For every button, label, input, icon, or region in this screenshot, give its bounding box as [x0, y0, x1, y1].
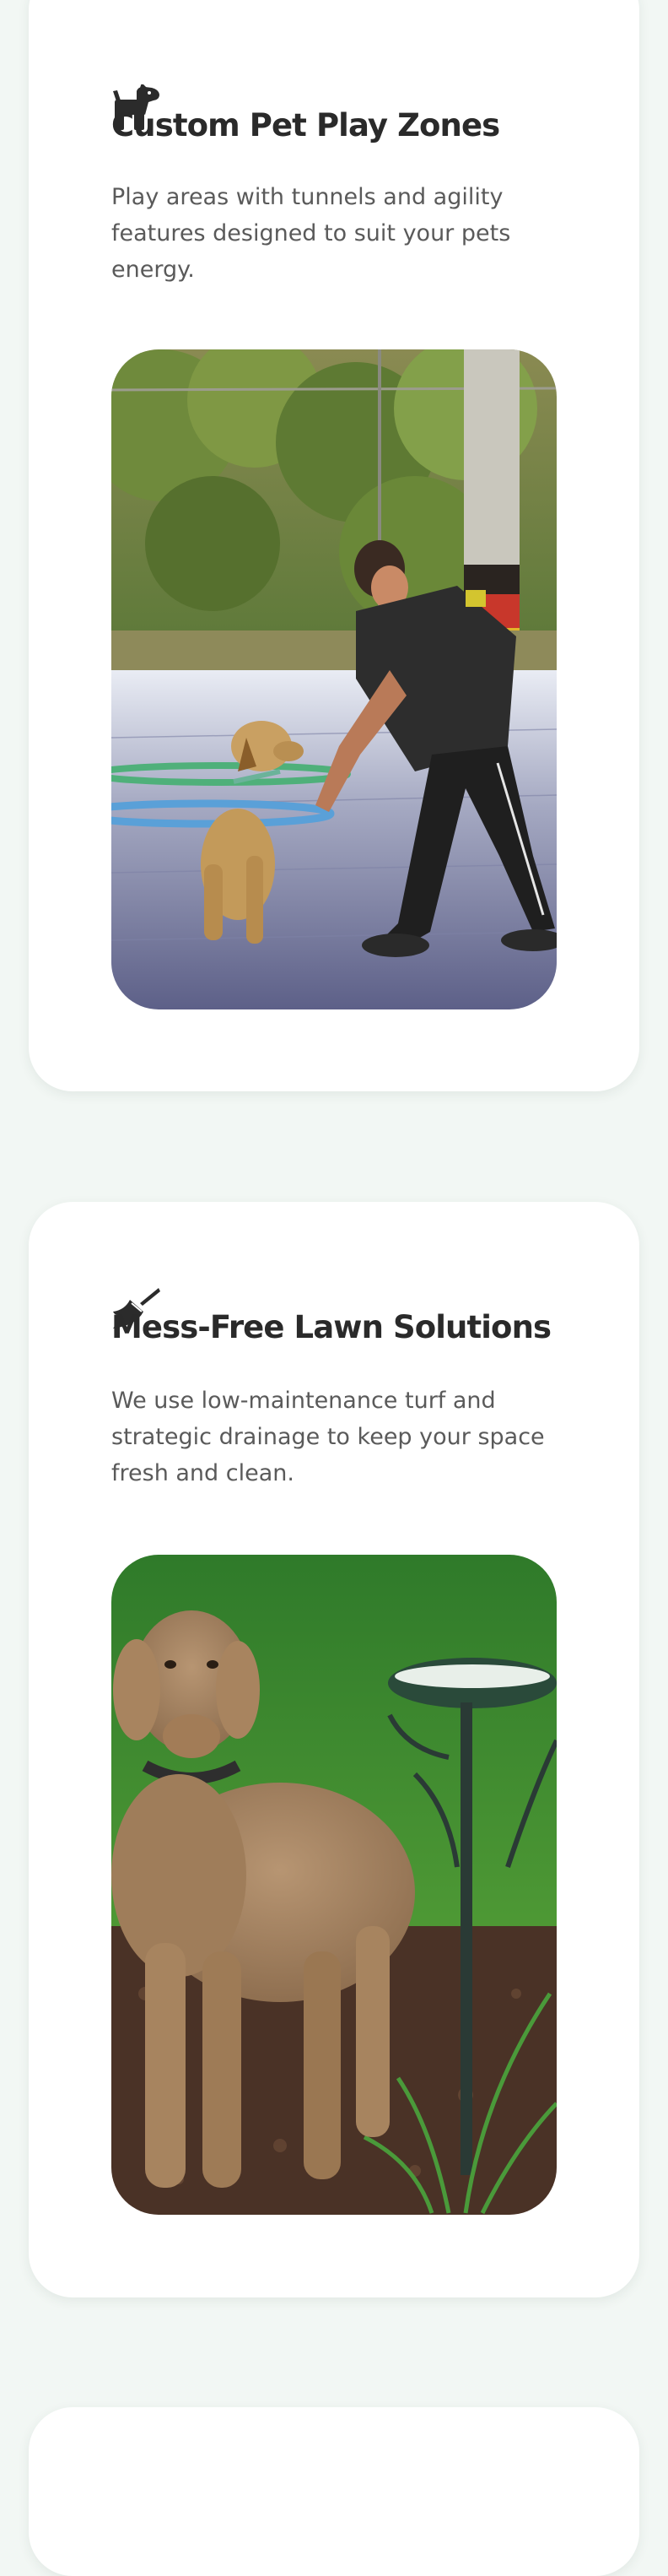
feature-description: Play areas with tunnels and agility feat…: [111, 184, 511, 283]
feature-title: Custom Pet Play Zones: [111, 107, 500, 143]
feature-title: Mess-Free Lawn Solutions: [111, 1309, 552, 1345]
feature-card-play-zones: Custom Pet Play Zones Play areas with tu…: [29, 0, 639, 1091]
feature-description: We use low-maintenance turf and strategi…: [111, 1388, 545, 1486]
dog-training-photo: [111, 349, 557, 1009]
poodle-garden-photo: [111, 1555, 557, 2215]
feature-card-lawn-solutions: Mess-Free Lawn Solutions We use low-main…: [29, 1202, 639, 2297]
feature-card-next: [29, 2407, 639, 2576]
